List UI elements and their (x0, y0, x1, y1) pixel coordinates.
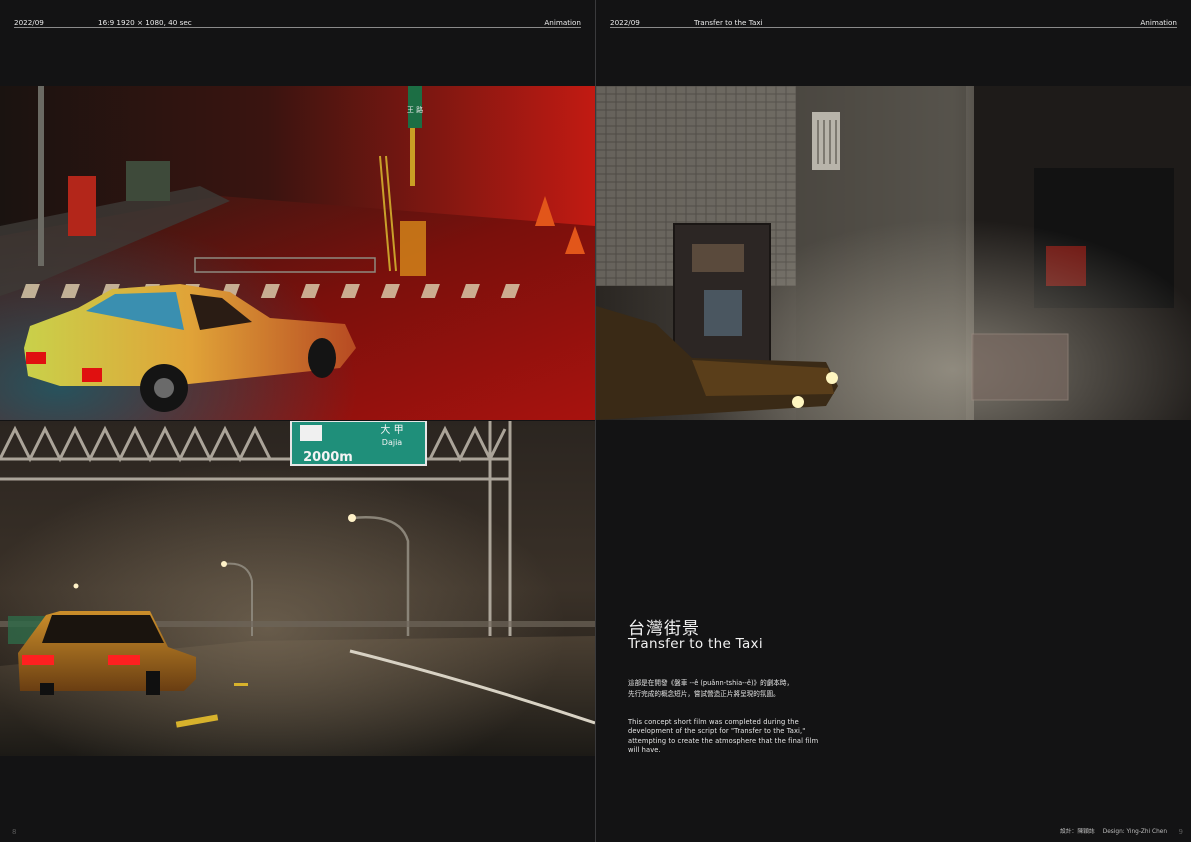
description-en: This concept short film was completed du… (628, 718, 819, 755)
page-number-right: 9 (1178, 828, 1183, 836)
design-credit: 設計：陳穎誌 Design: Ying-Zhi Chen (1052, 826, 1167, 835)
header-date: 2022/09 (14, 18, 44, 27)
right-page: 2022/09 Transfer to the Taxi Animation 台… (596, 0, 1191, 842)
sign-name-zh: 大 甲 (380, 423, 403, 436)
header-rule (14, 27, 581, 28)
highway-tunnel-render: 2000m 大 甲 Dajia (0, 421, 595, 756)
header-spec: 16:9 1920 × 1080, 40 sec (98, 18, 192, 27)
left-page: 2022/09 16:9 1920 × 1080, 40 sec Animati… (0, 0, 595, 842)
highway-direction-sign: 2000m 大 甲 Dajia (290, 421, 427, 466)
description-zh: 這部是在開發《盤車 --ê (puânn-tshia--ê)》的劇本時， 先行完… (628, 678, 858, 700)
credit-en: Design: Ying-Zhi Chen (1102, 829, 1167, 835)
right-header: 2022/09 Transfer to the Taxi Animation (610, 16, 1177, 28)
credit-zh: 設計：陳穎誌 (1059, 829, 1095, 835)
left-header: 2022/09 16:9 1920 × 1080, 40 sec Animati… (14, 16, 581, 28)
header-category: Animation (1140, 18, 1177, 27)
alley-night-render (596, 86, 1191, 420)
street-intersection-render: 王 路 (0, 86, 595, 420)
header-rule (610, 27, 1177, 28)
sign-name-en: Dajia (382, 438, 403, 447)
project-title-en: Transfer to the Taxi (628, 636, 763, 652)
street-sign-text: 王 路 (407, 105, 423, 114)
description-zh-line-1: 這部是在開發《盤車 --ê (puânn-tshia--ê)》的劇本時， (628, 679, 794, 687)
page-number-left: 8 (12, 828, 17, 836)
header-title: Transfer to the Taxi (694, 18, 763, 27)
sign-distance: 2000m (303, 450, 353, 465)
description-zh-line-2: 先行完成的概念短片，嘗試營造正片將呈現的氛圍。 (628, 690, 780, 698)
header-category: Animation (544, 18, 581, 27)
header-date: 2022/09 (610, 18, 640, 27)
